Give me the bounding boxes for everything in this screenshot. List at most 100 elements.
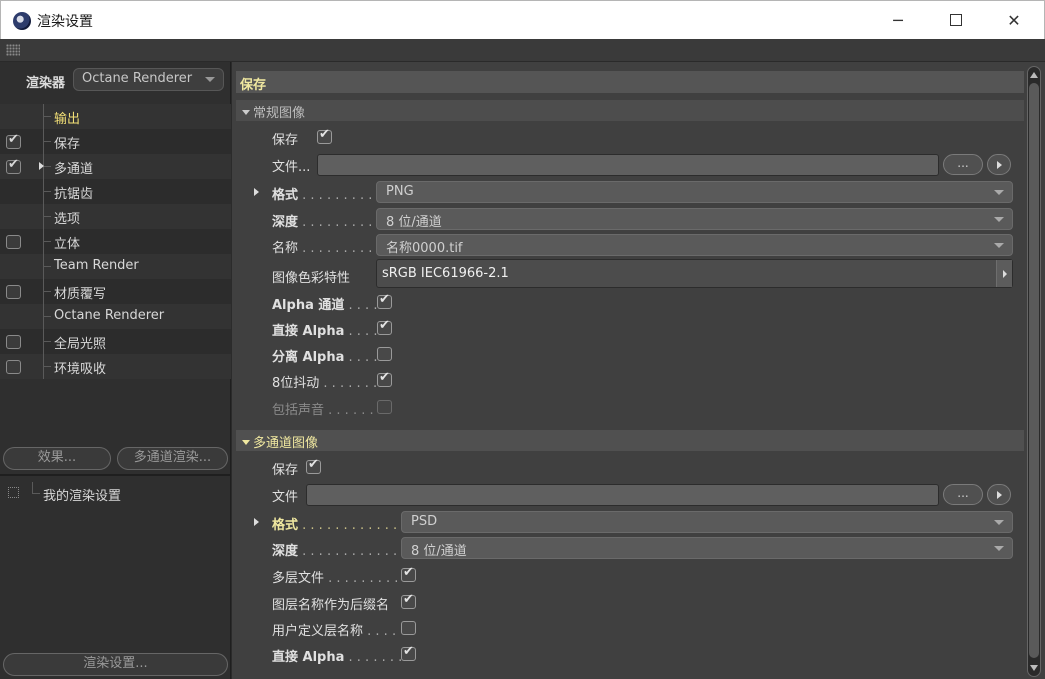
tree-line bbox=[43, 266, 51, 267]
tree-item[interactable]: 环境吸收 bbox=[0, 354, 231, 379]
divider bbox=[0, 474, 231, 476]
tree-item-checkbox[interactable] bbox=[6, 360, 21, 374]
color-profile-menu-button[interactable] bbox=[996, 260, 1012, 287]
close-button[interactable]: ✕ bbox=[991, 1, 1037, 39]
multipass-file-options-button[interactable] bbox=[987, 484, 1011, 505]
tree-item-label: 保存 bbox=[54, 137, 81, 152]
multipass-render-button[interactable]: 多通道渲染... bbox=[117, 447, 228, 470]
maximize-button[interactable] bbox=[933, 1, 979, 39]
separate-alpha-checkbox[interactable] bbox=[377, 347, 392, 361]
format-value: PSD bbox=[411, 514, 438, 529]
multipass-file-path-field[interactable] bbox=[306, 484, 939, 506]
tree-item-checkbox[interactable] bbox=[6, 335, 21, 349]
scroll-down-icon[interactable] bbox=[1030, 665, 1038, 671]
multipass-save-row: 保存 bbox=[232, 455, 1024, 479]
regular-image-group-header[interactable]: 常规图像 bbox=[236, 100, 1024, 121]
collapse-icon bbox=[242, 110, 250, 115]
tree-item[interactable]: 抗锯齿 bbox=[0, 179, 231, 204]
tree-item[interactable]: 立体 bbox=[0, 229, 231, 254]
tree-item-label: 立体 bbox=[54, 237, 81, 252]
multipass-image-group-header[interactable]: 多通道图像 bbox=[236, 430, 1024, 451]
format-dropdown[interactable]: PNG bbox=[376, 181, 1013, 203]
save-checkbox[interactable] bbox=[317, 127, 332, 144]
straight-alpha-checkbox[interactable] bbox=[377, 318, 392, 335]
tree-item[interactable]: Team Render bbox=[0, 254, 231, 279]
straight-alpha-label: 直接 Alpha . . . . bbox=[272, 324, 378, 339]
chevron-down-icon bbox=[994, 546, 1004, 551]
file-options-button[interactable] bbox=[987, 154, 1011, 175]
grip-icon[interactable] bbox=[6, 44, 20, 56]
settings-tree: 输出保存多通道抗锯齿选项立体 Team Render 材质覆写 Octane Rend… bbox=[0, 104, 231, 379]
format-label: 格式 . . . . . . . . . . . . . bbox=[272, 518, 406, 533]
separate-alpha-row: 分离 Alpha . . . . bbox=[232, 342, 1024, 366]
include-sound-label: 包括声音 . . . . . . bbox=[272, 403, 374, 418]
expand-arrow-icon[interactable] bbox=[254, 518, 259, 526]
tree-item[interactable]: Octane Renderer bbox=[0, 304, 231, 329]
straight-alpha-label: 直接 Alpha . . . . . . . bbox=[272, 650, 403, 665]
multilayer-file-row: 多层文件 . . . . . . . . . bbox=[232, 563, 1024, 587]
chevron-down-icon bbox=[205, 77, 215, 82]
tree-line bbox=[43, 216, 51, 217]
scrollbar-thumb[interactable] bbox=[1029, 83, 1039, 658]
tree-item-checkbox[interactable] bbox=[6, 157, 21, 174]
user-defined-layername-checkbox[interactable] bbox=[401, 621, 416, 635]
alpha-channel-checkbox[interactable] bbox=[377, 292, 392, 309]
renderer-dropdown[interactable]: Octane Renderer bbox=[73, 68, 224, 91]
tree-item-label: 输出 bbox=[54, 112, 81, 127]
tree-line bbox=[43, 291, 51, 292]
multipass-straight-alpha-row: 直接 Alpha . . . . . . . bbox=[232, 642, 1024, 666]
tree-line bbox=[43, 141, 51, 142]
straight-alpha-row: 直接 Alpha . . . . bbox=[232, 316, 1024, 340]
tree-line bbox=[43, 166, 51, 167]
tree-item[interactable]: 选项 bbox=[0, 204, 231, 229]
multilayer-file-checkbox[interactable] bbox=[401, 565, 416, 582]
layername-suffix-checkbox[interactable] bbox=[401, 592, 416, 609]
regular-file-row: 文件... ... bbox=[232, 152, 1024, 176]
multilayer-file-label: 多层文件 . . . . . . . . . bbox=[272, 571, 399, 586]
minimize-icon: ─ bbox=[893, 10, 903, 30]
tree-item-label: 全局光照 bbox=[54, 337, 107, 352]
settings-sidebar: 渲染器 Octane Renderer 输出保存多通道抗锯齿选项立体 Team R… bbox=[0, 62, 231, 679]
preset-item-my-render-settings[interactable]: 我的渲染设置 bbox=[0, 480, 231, 506]
tree-item-label: 抗锯齿 bbox=[54, 187, 94, 202]
multipass-format-row: 格式 . . . . . . . . . . . . . PSD bbox=[232, 510, 1024, 534]
regular-name-row: 名称 . . . . . . . . . . 名称0000.tif bbox=[232, 233, 1024, 257]
tree-item[interactable]: 保存 bbox=[0, 129, 231, 154]
tree-item-checkbox[interactable] bbox=[6, 235, 21, 249]
browse-file-button[interactable]: ... bbox=[943, 154, 983, 175]
tree-item-label: 材质覆写 bbox=[54, 287, 107, 302]
dither-checkbox[interactable] bbox=[377, 370, 392, 387]
scroll-up-icon[interactable] bbox=[1030, 72, 1038, 78]
effects-button[interactable]: 效果... bbox=[3, 447, 111, 470]
color-profile-label: 图像色彩特性 bbox=[272, 271, 351, 286]
expand-arrow-icon[interactable] bbox=[39, 162, 44, 170]
expand-arrow-icon[interactable] bbox=[254, 188, 259, 196]
tree-item-checkbox[interactable] bbox=[6, 132, 21, 149]
file-label: 文件 bbox=[272, 490, 299, 505]
tree-item[interactable]: 材质覆写 bbox=[0, 279, 231, 304]
tree-item[interactable]: 多通道 bbox=[0, 154, 231, 179]
multipass-straight-alpha-checkbox[interactable] bbox=[401, 644, 416, 661]
multipass-format-dropdown[interactable]: PSD bbox=[401, 511, 1013, 533]
regular-format-row: 格式 . . . . . . . . . . PNG bbox=[232, 180, 1024, 204]
tree-item[interactable]: 全局光照 bbox=[0, 329, 231, 354]
multipass-depth-dropdown[interactable]: 8 位/通道 bbox=[401, 537, 1013, 559]
name-dropdown[interactable]: 名称0000.tif bbox=[376, 234, 1013, 256]
section-title: 保存 bbox=[236, 71, 1024, 93]
tree-item-label: 环境吸收 bbox=[54, 362, 107, 377]
tree-item-checkbox[interactable] bbox=[6, 285, 21, 299]
multipass-browse-file-button[interactable]: ... bbox=[943, 484, 983, 505]
save-label: 保存 bbox=[272, 133, 299, 148]
depth-dropdown[interactable]: 8 位/通道 bbox=[376, 208, 1013, 230]
include-sound-checkbox[interactable] bbox=[377, 400, 392, 414]
multipass-save-checkbox[interactable] bbox=[306, 457, 321, 474]
minimize-button[interactable]: ─ bbox=[875, 1, 921, 39]
color-profile-field[interactable]: sRGB IEC61966-2.1 bbox=[376, 259, 1013, 288]
include-sound-row: 包括声音 . . . . . . bbox=[232, 395, 1024, 419]
file-path-field[interactable] bbox=[317, 154, 939, 176]
renderer-label: 渲染器 bbox=[26, 76, 66, 91]
vertical-scrollbar[interactable] bbox=[1027, 66, 1041, 677]
render-settings-button[interactable]: 渲染设置... bbox=[3, 653, 228, 676]
tree-item[interactable]: 输出 bbox=[0, 104, 231, 129]
color-profile-value: sRGB IEC61966-2.1 bbox=[382, 266, 509, 281]
